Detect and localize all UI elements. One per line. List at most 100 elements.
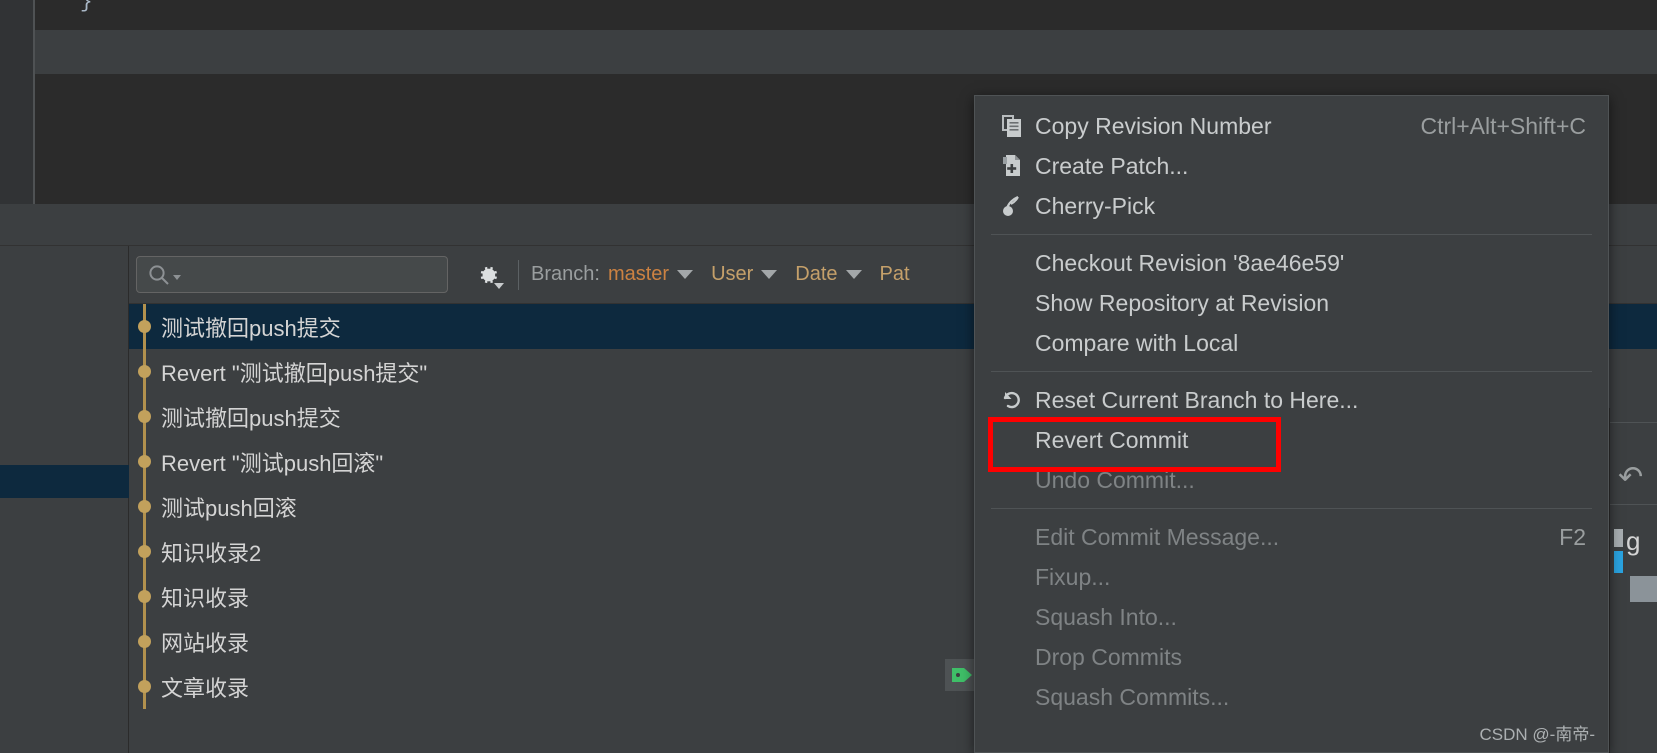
menu-item-label: Cherry-Pick (1035, 192, 1156, 219)
editor-band (35, 30, 1657, 74)
commit-subject: 文章收录 (161, 675, 250, 701)
filter-date-label: Date (795, 263, 838, 285)
menu-item-shortcut: Ctrl+Alt+Shift+C (1420, 112, 1586, 139)
gear-dropdown-caret-icon[interactable] (494, 282, 504, 289)
filter-branch[interactable]: Branch: master (531, 263, 694, 286)
menu-item-create-patch[interactable]: Create Patch... (975, 146, 1608, 186)
commit-subject: 知识收录 (161, 585, 250, 611)
commit-graph-cell (129, 394, 159, 439)
commit-subject: Revert "测试撤回push提交" (161, 360, 428, 386)
menu-item-label: Compare with Local (1035, 329, 1239, 356)
menu-item-reset-current-branch-to-here[interactable]: Reset Current Branch to Here... (975, 380, 1608, 420)
commit-subject: 知识收录2 (161, 540, 262, 566)
tag-icon (952, 668, 972, 682)
menu-item-label: Undo Commit... (1035, 466, 1195, 493)
menu-item-undo-commit: Undo Commit... (975, 460, 1608, 500)
strip-marker-blue (1614, 551, 1623, 573)
menu-item-drop-commits: Drop Commits (975, 637, 1608, 677)
menu-item-label: Drop Commits (1035, 643, 1182, 670)
commit-graph-cell (129, 439, 159, 484)
menu-item-shortcut: F2 (1559, 523, 1586, 550)
menu-item-compare-with-local[interactable]: Compare with Local (975, 323, 1608, 363)
commit-graph-cell (129, 574, 159, 619)
menu-item-label: Show Repository at Revision (1035, 289, 1330, 316)
commit-graph-cell (129, 529, 159, 574)
strip-marker-gray (1614, 529, 1623, 547)
toolbar-divider (518, 259, 519, 290)
menu-item-label: Squash Commits... (1035, 683, 1230, 710)
menu-item-label: Create Patch... (1035, 152, 1189, 179)
menu-item-label: Revert Commit (1035, 426, 1189, 453)
menu-item-label: Fixup... (1035, 563, 1111, 590)
search-dropdown-caret-icon[interactable] (173, 275, 181, 280)
commit-subject: 测试撤回push提交 (161, 405, 341, 431)
menu-item-squash-into: Squash Into... (975, 597, 1608, 637)
graph-node-icon (138, 320, 151, 333)
commit-subject: 测试push回滚 (161, 495, 297, 521)
patch-icon (997, 151, 1027, 181)
menu-separator (991, 508, 1592, 509)
chevron-down-icon[interactable] (677, 270, 694, 279)
reset-icon (997, 385, 1027, 415)
search-input[interactable] (136, 256, 448, 293)
graph-node-icon (138, 455, 151, 468)
strip-letter: g (1626, 526, 1641, 556)
menu-separator (991, 234, 1592, 235)
commit-context-menu[interactable]: Copy Revision Number Ctrl+Alt+Shift+C Cr… (974, 95, 1609, 753)
graph-node-icon (138, 680, 151, 693)
filter-branch-label: Branch: (531, 263, 600, 285)
graph-node-icon (138, 545, 151, 558)
cherry-icon (997, 191, 1027, 221)
watermark: CSDN @-南帝- (1479, 725, 1595, 744)
search-icon (147, 263, 181, 287)
menu-item-revert-commit[interactable]: Revert Commit (975, 420, 1608, 460)
menu-item-label: Edit Commit Message... (1035, 523, 1280, 550)
copy-icon (997, 111, 1027, 141)
commit-graph-cell (129, 484, 159, 529)
filter-user-label: User (711, 263, 754, 285)
chevron-down-icon[interactable] (845, 270, 862, 279)
editor-code-line[interactable]: } (35, 0, 1657, 30)
strip-block (1630, 576, 1657, 602)
settings-gear-button[interactable] (470, 258, 506, 292)
commit-graph-cell (129, 304, 159, 349)
graph-node-icon (138, 590, 151, 603)
menu-item-show-repository-at-revision[interactable]: Show Repository at Revision (975, 283, 1608, 323)
code-closing-brace: } (80, 0, 93, 14)
screen-root: } Branch: master User Date Pat 测试撤回push提… (0, 0, 1657, 753)
menu-item-fixup: Fixup... (975, 557, 1608, 597)
right-tool-strip[interactable]: ↶ g 撤 (1609, 408, 1657, 753)
filter-path-label: Pat (879, 263, 910, 285)
menu-separator (991, 371, 1592, 372)
undo-arrow-icon[interactable]: ↶ (1618, 460, 1643, 495)
vcs-left-column[interactable] (0, 246, 129, 753)
commit-subject: 测试撤回push提交 (161, 315, 341, 341)
commit-subject: 网站收录 (161, 630, 250, 656)
commit-graph-cell (129, 619, 159, 664)
menu-item-cherry-pick[interactable]: Cherry-Pick (975, 186, 1608, 226)
commit-graph-cell (129, 349, 159, 394)
menu-item-label: Reset Current Branch to Here... (1035, 386, 1359, 413)
commit-subject: Revert "测试push回滚" (161, 450, 384, 476)
chevron-down-icon[interactable] (761, 270, 778, 279)
strip-divider (1610, 422, 1657, 423)
menu-item-label: Squash Into... (1035, 603, 1177, 630)
filter-path[interactable]: Pat (880, 263, 910, 286)
graph-node-icon (138, 635, 151, 648)
menu-item-label: Copy Revision Number (1035, 112, 1272, 139)
graph-node-icon (138, 410, 151, 423)
left-column-selected-row[interactable] (0, 465, 129, 498)
filter-user[interactable]: User (711, 263, 778, 286)
filter-branch-value: master (607, 263, 670, 285)
menu-item-checkout-revision[interactable]: Checkout Revision '8ae46e59' (975, 243, 1608, 283)
menu-item-edit-commit-message: Edit Commit Message... F2 (975, 517, 1608, 557)
menu-item-squash-commits: Squash Commits... (975, 677, 1608, 717)
menu-item-label: Checkout Revision '8ae46e59' (1035, 249, 1345, 276)
graph-node-icon (138, 500, 151, 513)
editor-gutter (0, 0, 33, 204)
strip-divider (1610, 504, 1657, 505)
graph-node-icon (138, 365, 151, 378)
commit-graph-cell (129, 664, 159, 709)
menu-item-copy-revision-number[interactable]: Copy Revision Number Ctrl+Alt+Shift+C (975, 106, 1608, 146)
filter-date[interactable]: Date (795, 263, 862, 286)
